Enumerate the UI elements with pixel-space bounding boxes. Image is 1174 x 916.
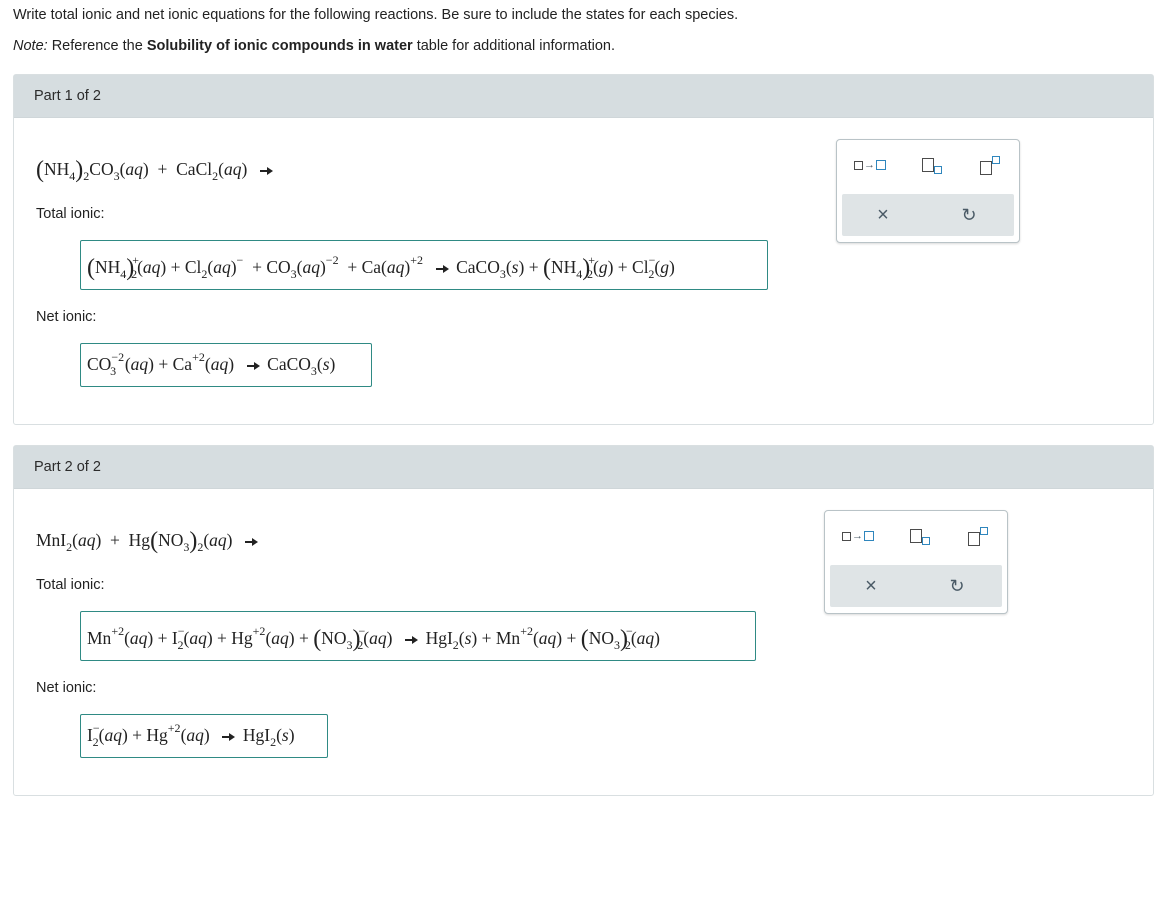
part-1-panel: Part 1 of 2 (NH4)2CO3(aq) + CaCl2(aq) To… (13, 74, 1154, 425)
reaction-arrow (260, 166, 274, 176)
part-2-total-label: Total ionic: (36, 577, 105, 593)
part-2-total-ionic-input[interactable]: Mn+2(aq) + I−2(aq) + Hg+2(aq) + (NO3)−2(… (80, 611, 756, 661)
part-2-net-ionic-input[interactable]: I−2(aq) + Hg+2(aq) HgI2(s) (80, 714, 328, 758)
undo-icon[interactable]: ↻ (937, 571, 977, 601)
part-2-net-label: Net ionic: (36, 680, 97, 696)
part-2-header: Part 2 of 2 (14, 446, 1153, 489)
subscript-icon[interactable] (900, 521, 940, 551)
subscript-icon[interactable] (912, 150, 952, 180)
part-1-reaction: (NH4)2CO3(aq) + CaCl2(aq) (36, 155, 276, 183)
part-2-panel: Part 2 of 2 MnI2(aq) + Hg(NO3)2(aq) Tota… (13, 445, 1154, 796)
part-1-title: Part 1 of 2 (34, 88, 101, 104)
part-2-toolbar: → × ↻ (824, 510, 1008, 614)
reaction-arrow-icon[interactable]: → (838, 521, 878, 551)
undo-icon[interactable]: ↻ (949, 200, 989, 230)
superscript-icon[interactable] (958, 521, 998, 551)
superscript-icon[interactable] (970, 150, 1010, 180)
clear-icon[interactable]: × (851, 571, 891, 601)
clear-icon[interactable]: × (863, 200, 903, 230)
part-1-total-ionic-input[interactable]: (NH4)+2(aq) + Cl2(aq)− + CO3(aq)−2 + Ca(… (80, 240, 768, 290)
note-label: Note: (13, 38, 48, 54)
part-2-reaction: MnI2(aq) + Hg(NO3)2(aq) (36, 526, 261, 554)
part-1-toolbar: → × ↻ (836, 139, 1020, 243)
part-1-net-label: Net ionic: (36, 309, 97, 325)
instructions-note: Note: Reference the Solubility of ionic … (13, 38, 615, 54)
reaction-arrow-icon[interactable]: → (850, 150, 890, 180)
part-1-net-ionic-input[interactable]: CO−23 (aq) + Ca+2(aq) CaCO3(s) (80, 343, 372, 387)
part-2-title: Part 2 of 2 (34, 459, 101, 475)
part-1-header: Part 1 of 2 (14, 75, 1153, 118)
note-pre: Reference the (47, 38, 147, 54)
note-post: table for additional information. (412, 38, 615, 54)
instructions-line: Write total ionic and net ionic equation… (13, 7, 739, 23)
solubility-table-link[interactable]: Solubility of ionic compounds in water (147, 38, 413, 54)
part-1-total-label: Total ionic: (36, 206, 105, 222)
